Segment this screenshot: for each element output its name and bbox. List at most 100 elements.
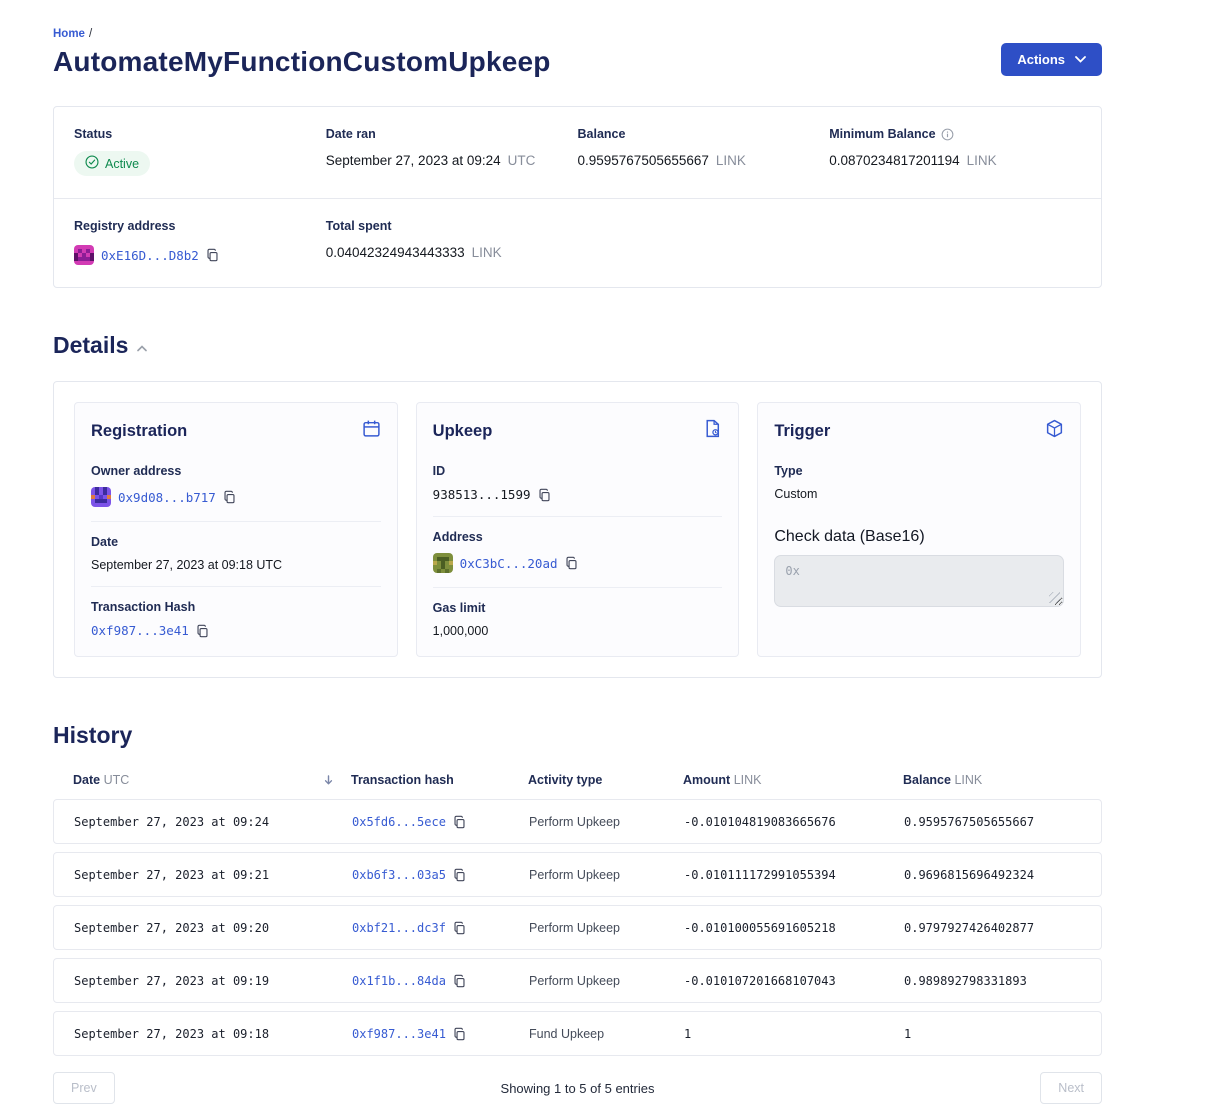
upkeep-address-label: Address [433, 530, 723, 544]
sort-descending-icon[interactable] [324, 775, 333, 785]
status-badge: Active [74, 151, 150, 176]
column-header-date: Date UTC [73, 773, 351, 787]
calendar-icon [362, 419, 381, 443]
page-title: AutomateMyFunctionCustomUpkeep [53, 46, 551, 78]
registration-tx-group: Transaction Hash 0xf987...3e41 [91, 587, 381, 642]
registration-date-value: September 27, 2023 at 09:18 UTC [91, 558, 282, 572]
row-amount: -0.010111172991055394 [684, 868, 904, 882]
row-date: September 27, 2023 at 09:24 [74, 815, 352, 829]
info-icon[interactable] [941, 128, 954, 141]
registry-address-link[interactable]: 0xE16D...D8b2 [101, 248, 199, 263]
registration-date-label: Date [91, 535, 381, 549]
transaction-hash-link[interactable]: 0x5fd6...5ece [352, 815, 446, 829]
history-table: Date UTC Transaction hash Activity type … [53, 773, 1102, 1056]
upkeep-card: Upkeep ID 938513...1599 Address 0xC3bC..… [416, 402, 740, 657]
row-balance: 0.9797927426402877 [904, 921, 1081, 935]
transaction-hash-link[interactable]: 0x1f1b...84da [352, 974, 446, 988]
pagination-summary: Showing 1 to 5 of 5 entries [501, 1081, 655, 1096]
copy-icon[interactable] [453, 1027, 466, 1041]
transaction-hash-link[interactable]: 0xf987...3e41 [352, 1027, 446, 1041]
owner-address-link[interactable]: 0x9d08...b717 [118, 490, 216, 505]
breadcrumb: Home/ [53, 28, 551, 40]
history-section-head: History [53, 722, 1102, 749]
row-activity-type: Perform Upkeep [529, 921, 684, 935]
balance-label: Balance [578, 127, 626, 141]
row-balance: 0.9595767505655667 [904, 815, 1081, 829]
copy-icon[interactable] [453, 868, 466, 882]
registration-card: Registration Owner address 0x9d08...b717… [74, 402, 398, 657]
copy-icon[interactable] [453, 815, 466, 829]
total-spent-value: 0.04042324943443333 [326, 245, 465, 260]
row-amount: -0.010104819083665676 [684, 815, 904, 829]
pagination: Prev Showing 1 to 5 of 5 entries Next [53, 1072, 1102, 1104]
cube-icon [1045, 419, 1064, 443]
gas-limit-label: Gas limit [433, 601, 723, 615]
min-balance-value: 0.0870234817201194 [829, 153, 959, 168]
upkeep-id-value: 938513...1599 [433, 487, 531, 502]
prev-button[interactable]: Prev [53, 1072, 115, 1104]
table-header-row: Date UTC Transaction hash Activity type … [53, 773, 1102, 787]
status-label: Status [74, 127, 112, 141]
actions-button[interactable]: Actions [1001, 43, 1102, 76]
row-amount: -0.010100055691605218 [684, 921, 904, 935]
date-ran-value: September 27, 2023 at 09:24 [326, 153, 501, 168]
status-badge-label: Active [105, 157, 139, 171]
check-data-textarea[interactable] [774, 555, 1064, 607]
transaction-hash-link[interactable]: 0xbf21...dc3f [352, 921, 446, 935]
copy-icon[interactable] [565, 556, 578, 570]
copy-icon[interactable] [538, 488, 551, 502]
column-amount-unit: LINK [734, 773, 762, 787]
history-heading: History [53, 722, 132, 749]
check-data-label: Check data (Base16) [774, 528, 1064, 546]
table-row: September 27, 2023 at 09:19 0x1f1b...84d… [53, 958, 1102, 1003]
registration-card-title: Registration [91, 422, 187, 441]
table-row: September 27, 2023 at 09:24 0x5fd6...5ec… [53, 799, 1102, 844]
column-date-unit: UTC [104, 773, 130, 787]
details-section-head: Details [53, 332, 1102, 359]
copy-icon[interactable] [453, 921, 466, 935]
column-amount-label: Amount [683, 773, 730, 787]
column-balance-unit: LINK [954, 773, 982, 787]
registry-address-field: Registry address 0xE16D...D8b2 [74, 217, 326, 265]
column-header-amount: Amount LINK [683, 773, 903, 787]
date-ran-label: Date ran [326, 127, 376, 141]
copy-icon[interactable] [206, 248, 219, 262]
copy-icon[interactable] [223, 490, 236, 504]
balance-unit: LINK [716, 153, 746, 168]
status-field: Status Active [74, 125, 326, 176]
row-date: September 27, 2023 at 09:19 [74, 974, 352, 988]
row-amount: -0.010107201668107043 [684, 974, 904, 988]
row-activity-type: Perform Upkeep [529, 868, 684, 882]
summary-row-2: Registry address 0xE16D...D8b2 Total spe… [54, 198, 1101, 287]
identicon-avatar-upkeep [433, 553, 453, 573]
upkeep-address-group: Address 0xC3bC...20ad [433, 517, 723, 588]
row-date: September 27, 2023 at 09:21 [74, 868, 352, 882]
row-amount: 1 [684, 1027, 904, 1041]
transaction-hash-link[interactable]: 0xb6f3...03a5 [352, 868, 446, 882]
total-spent-label: Total spent [326, 219, 392, 233]
breadcrumb-home-link[interactable]: Home [53, 28, 85, 40]
chevron-down-icon [1075, 56, 1086, 63]
copy-icon[interactable] [196, 624, 209, 638]
row-balance: 0.9696815696492324 [904, 868, 1081, 882]
date-ran-unit: UTC [508, 153, 536, 168]
trigger-card: Trigger Type Custom Check data (Base16) [757, 402, 1081, 657]
table-row: September 27, 2023 at 09:18 0xf987...3e4… [53, 1011, 1102, 1056]
trigger-type-value: Custom [774, 487, 817, 501]
collapse-caret-icon[interactable] [137, 345, 147, 352]
details-heading: Details [53, 332, 128, 359]
upkeep-card-title: Upkeep [433, 422, 493, 441]
next-button[interactable]: Next [1040, 1072, 1102, 1104]
balance-field: Balance 0.9595767505655667 LINK [578, 125, 830, 176]
title-block: Home/ AutomateMyFunctionCustomUpkeep [53, 28, 551, 78]
upkeep-address-link[interactable]: 0xC3bC...20ad [460, 556, 558, 571]
column-date-label: Date [73, 773, 100, 787]
registry-address-label: Registry address [74, 219, 175, 233]
page-header: Home/ AutomateMyFunctionCustomUpkeep Act… [53, 28, 1102, 78]
registration-tx-link[interactable]: 0xf987...3e41 [91, 623, 189, 638]
copy-icon[interactable] [453, 974, 466, 988]
row-activity-type: Perform Upkeep [529, 974, 684, 988]
table-row: September 27, 2023 at 09:20 0xbf21...dc3… [53, 905, 1102, 950]
total-spent-unit: LINK [472, 245, 502, 260]
min-balance-unit: LINK [967, 153, 997, 168]
